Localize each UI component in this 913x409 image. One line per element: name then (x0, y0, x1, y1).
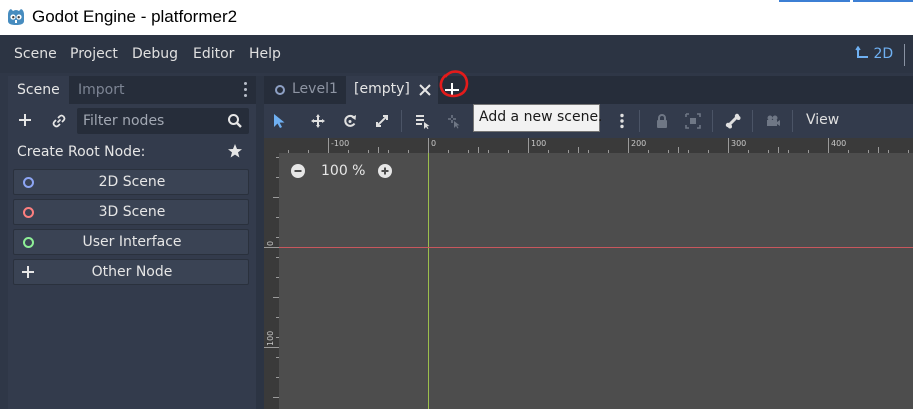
window-control-accent (779, 0, 850, 2)
more-options-icon[interactable] (614, 113, 630, 129)
ruler-label: 300 (731, 139, 747, 148)
tooltip: Add a new scene. (473, 104, 603, 132)
lock-icon[interactable] (654, 113, 670, 129)
ruler-label: 400 (831, 139, 847, 148)
red-annotation-circle (439, 70, 469, 98)
x-axis-line (279, 247, 913, 248)
scene-tab-empty[interactable]: [empty] (346, 76, 438, 104)
close-icon[interactable] (418, 83, 432, 97)
node2d-icon (275, 85, 285, 95)
y-axis-line (428, 153, 429, 409)
select-mode-icon[interactable] (271, 113, 287, 129)
scale-mode-icon[interactable] (374, 113, 390, 129)
mode-3d-button[interactable] (904, 44, 913, 66)
toolbar-separator (712, 110, 713, 132)
ruler-label: 200 (631, 139, 647, 148)
window-title: Godot Engine - platformer2 (32, 7, 238, 26)
user-interface-button[interactable]: User Interface (13, 229, 249, 255)
3d-scene-label: 3D Scene (98, 204, 166, 220)
window-title-bar: Godot Engine - platformer2 (0, 0, 913, 35)
toolbar-separator (639, 110, 640, 132)
dock-toolbar (8, 108, 256, 134)
toolbar-separator (752, 110, 753, 132)
scene-tab-label: Level1 (292, 81, 338, 97)
ruler-horizontal: -100 0 100 200 300 400 (279, 138, 913, 153)
skeleton-bone-icon[interactable] (725, 113, 741, 129)
ruler-vertical: 0 100 (264, 138, 279, 409)
menu-editor[interactable]: Editor (193, 46, 234, 62)
camera-icon[interactable] (765, 113, 781, 129)
group-icon[interactable] (685, 113, 701, 129)
godot-logo-icon (8, 9, 24, 25)
dock-tab-bar: Scene Import (8, 76, 256, 104)
scene-dock: Scene Import Create Root Node: 2D Scene … (8, 76, 256, 409)
search-icon (228, 114, 242, 128)
scene-tab-label: [empty] (354, 81, 410, 97)
pivot-mode-icon[interactable] (446, 113, 462, 129)
move-mode-icon[interactable] (310, 113, 326, 129)
2d-axes-icon (855, 45, 868, 58)
scene-tab-level1[interactable]: Level1 (264, 76, 345, 104)
2d-scene-label: 2D Scene (98, 174, 166, 190)
add-node-icon[interactable] (17, 112, 33, 128)
2d-viewport[interactable]: -100 0 100 200 300 400 0 100 100 % (264, 138, 913, 409)
ruler-label: -100 (331, 139, 350, 148)
toolbar-separator (792, 110, 793, 132)
zoom-out-icon[interactable] (290, 163, 306, 179)
3d-scene-button[interactable]: 3D Scene (13, 199, 249, 225)
2d-scene-button[interactable]: 2D Scene (13, 169, 249, 195)
tab-import[interactable]: Import (78, 76, 124, 104)
other-node-button[interactable]: Other Node (13, 259, 249, 285)
dock-menu-icon[interactable] (242, 82, 248, 98)
ruler-ticks-vertical (264, 157, 279, 398)
dock-splitter[interactable] (256, 76, 264, 409)
mode-2d-label: 2D (873, 46, 894, 62)
filter-nodes-input[interactable] (83, 112, 221, 130)
list-select-icon[interactable] (414, 113, 430, 129)
menu-debug[interactable]: Debug (132, 46, 178, 62)
tab-scene[interactable]: Scene (8, 76, 69, 104)
rotate-mode-icon[interactable] (342, 113, 358, 129)
mode-2d-button[interactable]: 2D (855, 45, 894, 62)
ruler-corner (264, 138, 279, 153)
ruler-label: 100 (266, 330, 275, 346)
ruler-label: 0 (266, 240, 275, 246)
scene-tab-bar: Level1 [empty] (264, 76, 913, 104)
other-node-label: Other Node (91, 264, 173, 280)
menu-scene[interactable]: Scene (14, 46, 57, 62)
menu-help[interactable]: Help (249, 46, 281, 62)
zoom-level[interactable]: 100 % (321, 163, 365, 179)
ruler-label: 100 (531, 139, 547, 148)
favorites-star-icon[interactable] (227, 143, 243, 159)
instance-scene-icon[interactable] (51, 113, 67, 129)
ruler-label: 0 (431, 139, 437, 148)
toolbar-separator (401, 110, 402, 132)
zoom-in-icon[interactable] (377, 163, 393, 179)
ruler-ticks-horizontal (288, 138, 909, 153)
create-root-node-label: Create Root Node: (17, 144, 146, 160)
window-control-accent (853, 0, 913, 2)
user-interface-label: User Interface (82, 234, 182, 250)
filter-nodes-box (77, 108, 249, 134)
menu-project[interactable]: Project (70, 46, 118, 62)
view-menu[interactable]: View (806, 112, 839, 128)
